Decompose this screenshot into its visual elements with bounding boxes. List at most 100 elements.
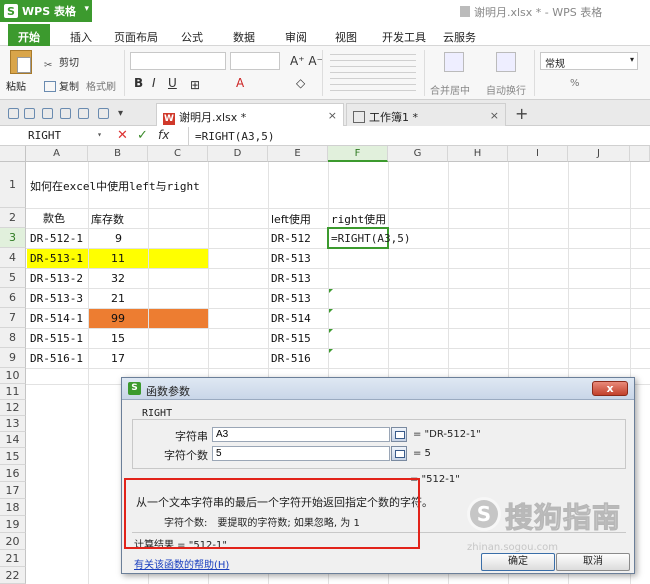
font-size-select[interactable] [230, 52, 280, 70]
row-header[interactable]: 12 [0, 400, 26, 416]
cell-b5[interactable]: 32 [108, 272, 125, 285]
cell-a2[interactable]: 款色 [40, 210, 65, 226]
row-header[interactable]: 13 [0, 416, 26, 432]
tab-page-layout[interactable]: 页面布局 [114, 29, 158, 45]
alignment-buttons[interactable] [330, 54, 416, 94]
copy-button[interactable]: 复制 [44, 78, 79, 93]
row-header[interactable]: 16 [0, 465, 26, 482]
row-header[interactable]: 9 [0, 348, 26, 368]
row-header[interactable]: 20 [0, 533, 26, 550]
col-header-c[interactable]: C [148, 146, 208, 162]
cell-b2[interactable]: 库存数 [88, 211, 124, 227]
print-preview-icon[interactable] [60, 108, 71, 119]
redo-icon[interactable] [98, 108, 109, 119]
undo-icon[interactable] [78, 108, 89, 119]
border-button[interactable]: ⊞ [190, 78, 200, 92]
cell-a6[interactable]: DR-513-3 [27, 292, 83, 305]
dialog-close-button[interactable]: x [592, 381, 628, 396]
percent-button[interactable]: % [570, 78, 580, 89]
cancel-button[interactable]: 取消 [556, 553, 630, 571]
cell-b8[interactable]: 15 [108, 332, 125, 345]
cancel-formula-icon[interactable]: ✕ [117, 128, 128, 143]
format-painter-button[interactable]: 格式刷 [86, 78, 116, 93]
font-family-select[interactable] [130, 52, 226, 70]
grow-font-button[interactable]: A⁺ A⁻ [290, 54, 323, 68]
cell-b4[interactable]: 11 [108, 252, 125, 265]
tab-review[interactable]: 审阅 [285, 29, 307, 45]
italic-button[interactable]: I [152, 76, 156, 90]
bold-button[interactable]: B [134, 76, 143, 90]
row-header[interactable]: 6 [0, 288, 26, 308]
row-header[interactable]: 15 [0, 448, 26, 465]
row-header[interactable]: 5 [0, 268, 26, 288]
cell-a1[interactable]: 如何在excel中使用left与right [27, 178, 200, 194]
col-header-i[interactable]: I [508, 146, 568, 162]
row-header[interactable]: 2 [0, 208, 26, 228]
row-header[interactable]: 19 [0, 516, 26, 533]
row-header[interactable]: 11 [0, 384, 26, 400]
cell-a3[interactable]: DR-512-1 [27, 232, 83, 245]
ok-button[interactable]: 确定 [481, 553, 555, 571]
close-tab-icon[interactable]: × [328, 109, 337, 122]
tab-insert[interactable]: 插入 [70, 29, 92, 45]
row-header[interactable]: 22 [0, 567, 26, 584]
cell-e5[interactable]: DR-513 [268, 272, 311, 285]
row-header[interactable]: 14 [0, 432, 26, 448]
range-picker-icon[interactable] [391, 427, 407, 442]
dialog-titlebar[interactable]: S 函数参数 x [122, 378, 634, 400]
col-header-g[interactable]: G [388, 146, 448, 162]
font-color-button[interactable]: A [236, 76, 244, 90]
insert-function-button[interactable]: fx [158, 128, 169, 142]
wrap-text-button[interactable]: 自动换行 [486, 82, 526, 97]
row-header[interactable]: 4 [0, 248, 26, 268]
quick-access-menu-icon[interactable]: ▾ [118, 108, 129, 119]
name-box[interactable]: RIGHT ▾ [0, 127, 106, 145]
row-header[interactable]: 21 [0, 550, 26, 567]
row-header[interactable]: 8 [0, 328, 26, 348]
cut-button[interactable]: ✂ 剪切 [44, 54, 79, 71]
col-header-h[interactable]: H [448, 146, 508, 162]
cell-e9[interactable]: DR-516 [268, 352, 311, 365]
col-header-f[interactable]: F [328, 146, 388, 162]
col-header-j[interactable]: J [568, 146, 630, 162]
new-tab-button[interactable]: + [515, 104, 528, 123]
merge-center-button[interactable]: 合并居中 [430, 82, 470, 97]
row-header[interactable]: 7 [0, 308, 26, 328]
cell-e2[interactable]: left使用 [268, 211, 311, 227]
range-picker-icon[interactable] [391, 446, 407, 461]
cell-f2[interactable]: right使用 [328, 211, 386, 227]
formula-input[interactable]: =RIGHT(A3,5) [188, 127, 274, 145]
clear-format-button[interactable]: ◇ [296, 76, 305, 90]
row-header[interactable]: 1 [0, 162, 26, 208]
cell-b6[interactable]: 21 [108, 292, 125, 305]
print-icon[interactable] [42, 108, 53, 119]
save-icon[interactable] [24, 108, 35, 119]
tab-data[interactable]: 数据 [233, 29, 255, 45]
function-help-link[interactable]: 有关该函数的帮助(H) [134, 556, 229, 571]
cell-e7[interactable]: DR-514 [268, 312, 311, 325]
tab-formulas[interactable]: 公式 [181, 29, 203, 45]
row-header[interactable]: 18 [0, 499, 26, 516]
paste-button[interactable]: 粘贴 [6, 50, 38, 93]
close-tab-icon[interactable]: × [490, 109, 499, 122]
confirm-formula-icon[interactable]: ✓ [137, 128, 148, 143]
cell-a8[interactable]: DR-515-1 [27, 332, 83, 345]
cell-e6[interactable]: DR-513 [268, 292, 311, 305]
cell-a9[interactable]: DR-516-1 [27, 352, 83, 365]
col-header-e[interactable]: E [268, 146, 328, 162]
cell-a5[interactable]: DR-513-2 [27, 272, 83, 285]
cell-a7[interactable]: DR-514-1 [27, 312, 83, 325]
cell-e4[interactable]: DR-513 [268, 252, 311, 265]
cell-b3[interactable]: 9 [112, 232, 122, 245]
cell-e3[interactable]: DR-512 [268, 232, 311, 245]
col-header-a[interactable]: A [26, 146, 88, 162]
doc-tab-active[interactable]: W 谢明月.xlsx * × [156, 103, 344, 126]
cell-e8[interactable]: DR-515 [268, 332, 311, 345]
row-header[interactable]: 3 [0, 228, 26, 248]
row-header[interactable]: 17 [0, 482, 26, 499]
cell-a4[interactable]: DR-513-1 [27, 252, 83, 265]
arg-input-text[interactable] [212, 427, 390, 442]
col-header-d[interactable]: D [208, 146, 268, 162]
new-file-icon[interactable] [8, 108, 19, 119]
doc-tab-inactive[interactable]: 工作簿1 * × [346, 103, 506, 126]
